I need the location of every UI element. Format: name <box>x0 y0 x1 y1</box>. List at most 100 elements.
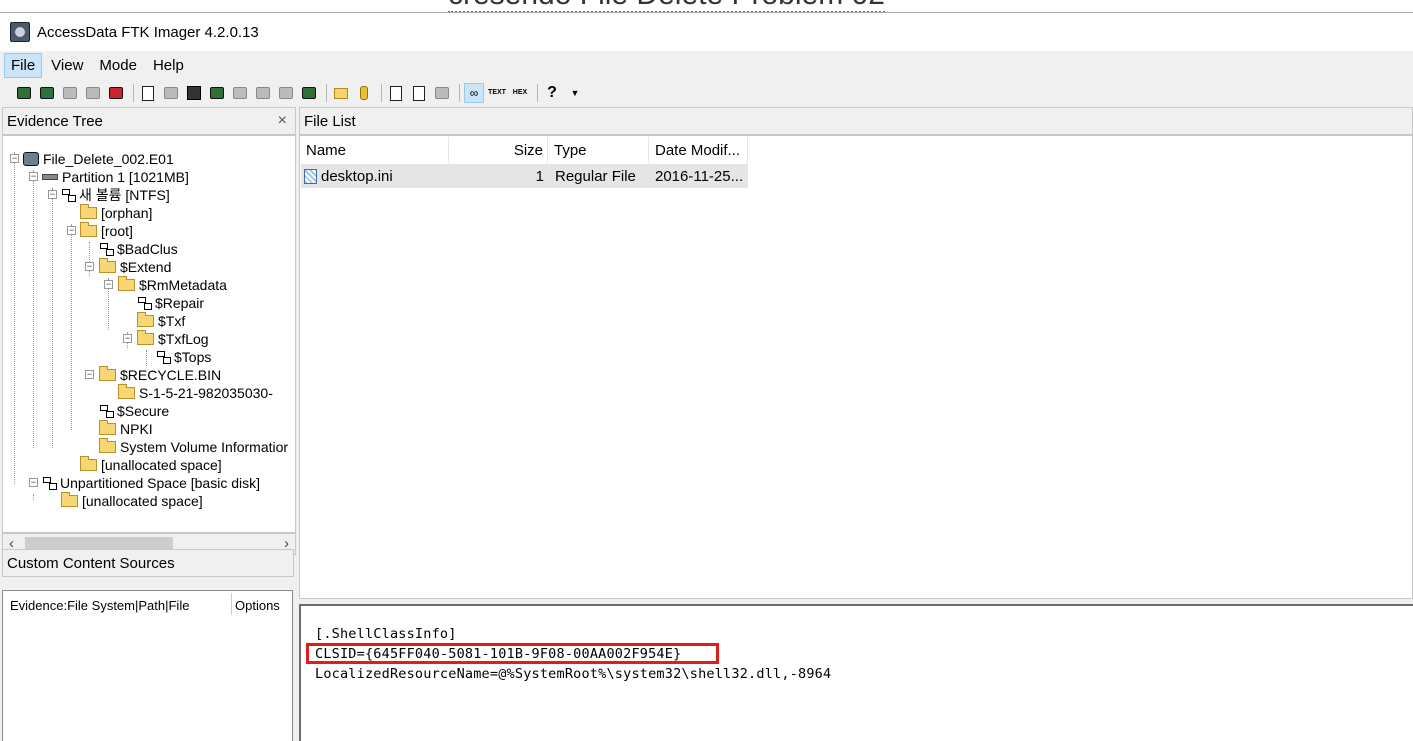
tree-node-partition[interactable]: Partition 1 [1021MB] <box>42 168 189 186</box>
file-name-cell[interactable]: desktop.ini <box>304 164 449 188</box>
tree-connector <box>146 350 147 366</box>
tree-node-root[interactable]: [root] <box>80 222 133 240</box>
add-evidence-icon[interactable] <box>14 83 34 103</box>
tree-node-unallocated-space-2[interactable]: [unallocated space] <box>61 492 203 510</box>
tree-node-secure[interactable]: $Secure <box>99 402 169 420</box>
clsid-highlight-box <box>306 643 719 664</box>
column-type[interactable]: Type <box>548 137 649 163</box>
tree-connector <box>71 224 72 430</box>
export-files-icon[interactable] <box>386 83 406 103</box>
remove-all-evidence-icon[interactable] <box>106 83 126 103</box>
folder-icon <box>137 330 154 345</box>
create-custom-image-icon[interactable] <box>230 83 250 103</box>
detect-efs-icon[interactable] <box>354 83 374 103</box>
folder-icon <box>118 384 135 399</box>
menu-view[interactable]: View <box>44 53 90 78</box>
evidence-tree-header: Evidence Tree × <box>2 107 296 135</box>
verify-drive-icon[interactable] <box>276 83 296 103</box>
window-title: AccessData FTK Imager 4.2.0.13 <box>37 23 259 41</box>
tree-collapse-icon[interactable]: − <box>10 154 19 163</box>
tree-connector <box>52 188 53 448</box>
tree-collapse-icon[interactable]: − <box>123 334 132 343</box>
help-icon[interactable]: ? <box>542 83 562 103</box>
file-date-cell: 2016-11-25... <box>655 167 744 185</box>
menu-file[interactable]: File <box>4 52 43 78</box>
tree-node-extend[interactable]: $Extend <box>99 258 171 276</box>
export-disk-image-icon[interactable] <box>161 83 181 103</box>
evidence-tree: − − − − − − − − − File_Delete_002.E01 Pa… <box>2 135 296 533</box>
system-file-icon <box>99 404 114 418</box>
tree-node-badclus[interactable]: $BadClus <box>99 240 178 258</box>
decrypt-icon[interactable] <box>253 83 273 103</box>
system-file-icon <box>156 350 171 364</box>
tree-collapse-icon[interactable]: − <box>104 280 113 289</box>
tree-node-system-volume-information[interactable]: System Volume Informatior <box>99 438 288 456</box>
menu-help[interactable]: Help <box>146 53 191 78</box>
add-all-evidence-icon[interactable] <box>37 83 57 103</box>
tree-collapse-icon[interactable]: − <box>48 190 57 199</box>
custom-content-header: Custom Content Sources <box>2 549 294 577</box>
file-icon <box>304 168 317 184</box>
image-mounting-icon[interactable] <box>60 83 80 103</box>
custom-content-list[interactable]: Evidence:File System|Path|File Options <box>2 590 293 741</box>
column-options[interactable]: Options <box>228 595 280 615</box>
tree-node-sid-folder[interactable]: S-1-5-21-982035030- <box>118 384 273 402</box>
add-to-custom-content-icon[interactable] <box>207 83 227 103</box>
tree-collapse-icon[interactable]: − <box>85 370 94 379</box>
export-hash-list-icon[interactable] <box>409 83 429 103</box>
tree-node-npki[interactable]: NPKI <box>99 420 153 438</box>
hex-view-icon[interactable]: HEX <box>510 83 530 103</box>
file-list-header: File List <box>299 107 1413 135</box>
background-document-title: cresendo File Delete Problem 02 <box>448 0 885 13</box>
tree-collapse-icon[interactable]: − <box>67 226 76 235</box>
tree-collapse-icon[interactable]: − <box>85 262 94 271</box>
column-name[interactable]: Name <box>300 137 449 163</box>
system-file-icon <box>42 476 57 490</box>
tree-node-rmmetadata[interactable]: $RmMetadata <box>118 276 227 294</box>
tree-node-unpartitioned-space[interactable]: Unpartitioned Space [basic disk] <box>42 474 260 492</box>
export-logical-image-icon[interactable] <box>184 83 204 103</box>
tree-node-recycle-bin[interactable]: $RECYCLE.BIN <box>99 366 221 384</box>
menu-mode[interactable]: Mode <box>92 53 144 78</box>
remove-evidence-icon[interactable] <box>83 83 103 103</box>
folder-icon <box>99 258 116 273</box>
toolbar-separator <box>537 84 538 102</box>
toolbar-separator <box>326 84 327 102</box>
content-line: [.ShellClassInfo] <box>315 626 457 642</box>
system-file-icon <box>137 296 152 310</box>
file-type-cell: Regular File <box>555 167 636 185</box>
tree-node-txflog[interactable]: $TxfLog <box>137 330 209 348</box>
export-directory-listing-icon[interactable] <box>432 83 452 103</box>
tree-node-volume[interactable]: 새 볼륨 [NTFS] <box>61 186 170 204</box>
tree-collapse-icon[interactable]: − <box>29 478 38 487</box>
tree-node-repair[interactable]: $Repair <box>137 294 204 312</box>
obtain-protected-files-icon[interactable] <box>331 83 351 103</box>
content-viewer[interactable]: [.ShellClassInfo] CLSID={645FF040-5081-1… <box>299 604 1413 741</box>
column-size[interactable]: Size <box>449 137 548 163</box>
title-bar: AccessData FTK Imager 4.2.0.13 <box>0 13 1413 51</box>
file-size-cell: 1 <box>535 167 544 185</box>
capture-memory-icon[interactable] <box>299 83 319 103</box>
column-evidence-path[interactable]: Evidence:File System|Path|File <box>3 595 231 615</box>
menu-bar: File View Mode Help <box>0 51 1413 79</box>
close-icon[interactable]: × <box>278 112 287 130</box>
toolbar-dropdown-icon[interactable]: ▼ <box>565 83 585 103</box>
partition-icon <box>42 174 58 180</box>
create-disk-image-icon[interactable] <box>138 83 158 103</box>
tree-node-orphan[interactable]: [orphan] <box>80 204 152 222</box>
toolbar-separator <box>459 84 460 102</box>
folder-icon <box>99 366 116 381</box>
text-view-icon[interactable]: TEXT <box>487 83 507 103</box>
folder-icon <box>80 204 97 219</box>
toolbar-separator <box>381 84 382 102</box>
tree-node-txf[interactable]: $Txf <box>137 312 185 330</box>
folder-icon <box>99 420 116 435</box>
folder-icon <box>80 222 97 237</box>
column-date-modified[interactable]: Date Modif... <box>649 137 748 163</box>
tree-node-tops[interactable]: $Tops <box>156 348 211 366</box>
auto-view-icon[interactable]: ∞ <box>464 83 484 103</box>
tree-node-unallocated-space[interactable]: [unallocated space] <box>80 456 222 474</box>
tree-collapse-icon[interactable]: − <box>29 172 38 181</box>
content-line: LocalizedResourceName=@%SystemRoot%\syst… <box>315 666 832 682</box>
tree-node-evidence[interactable]: File_Delete_002.E01 <box>23 150 174 168</box>
